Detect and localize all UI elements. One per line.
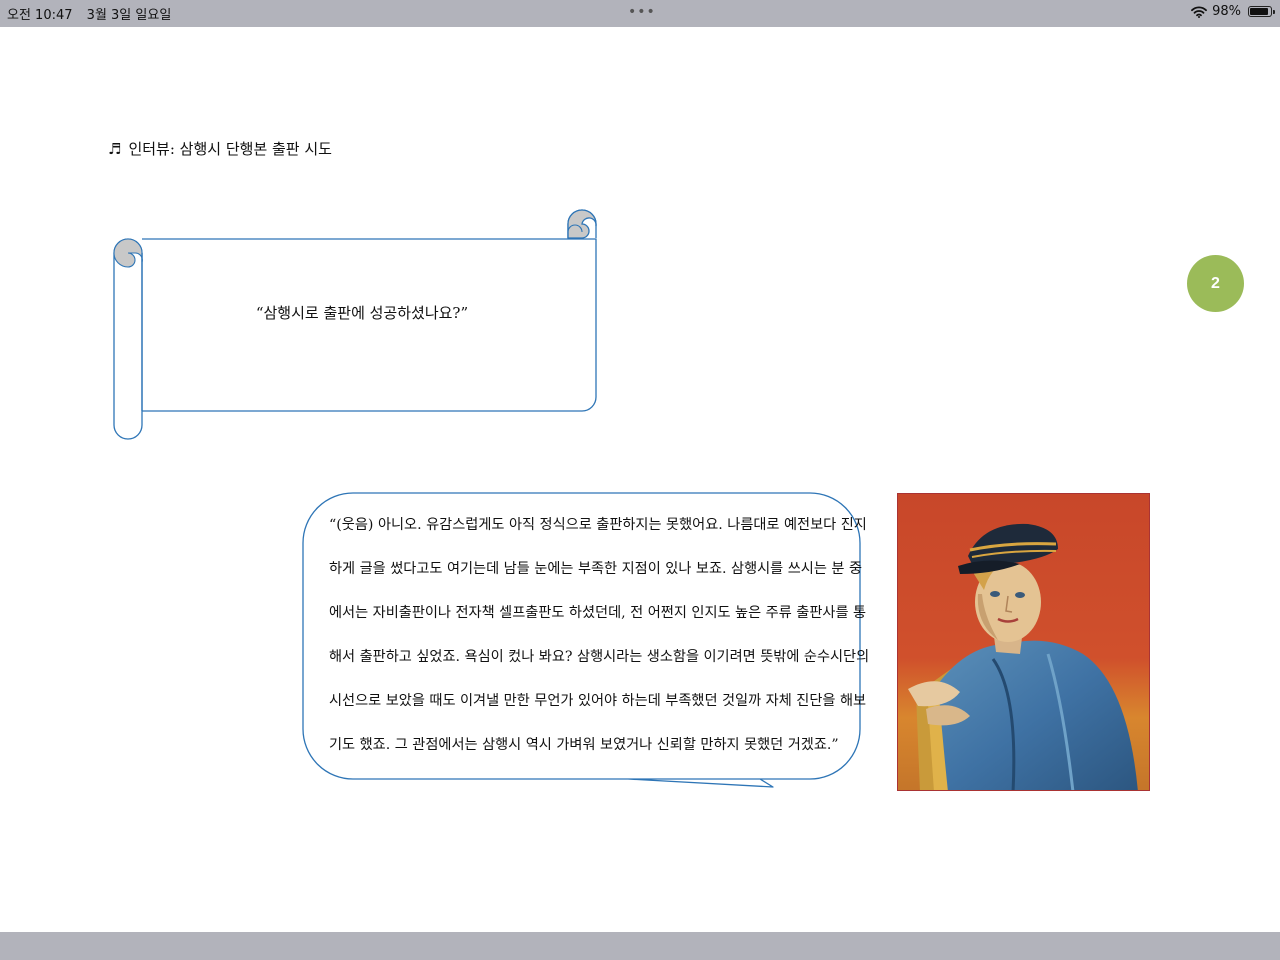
speech-bubble-shape (302, 492, 861, 788)
answer-line: 기도 했죠. 그 관점에서는 삼행시 역시 가벼워 보였거나 신뢰할 만하지 못… (329, 737, 839, 753)
answer-line: 해서 출판하고 싶었죠. 욕심이 컸나 봐요? 삼행시라는 생소함을 이기려면 … (329, 649, 870, 665)
answer-line: “(웃음) 아니오. 유감스럽게도 아직 정식으로 출판하지는 못했어요. 나름… (329, 517, 867, 533)
answer-line: 하게 글을 썼다고도 여기는데 남들 눈에는 부족한 지점이 있나 보죠. 삼행… (329, 561, 863, 577)
answer-line: 에서는 자비출판이나 전자책 셀프출판도 하셨던데, 전 어쩐지 인지도 높은 … (329, 605, 867, 621)
portrait-painting (897, 493, 1150, 791)
answer-line: 시선으로 보았을 때도 이겨낼 만한 무언가 있어야 하는데 부족했던 것일까 … (329, 693, 867, 709)
bottom-bar (0, 932, 1280, 960)
interview-answer: “(웃음) 아니오. 유감스럽게도 아직 정식으로 출판하지는 못했어요. 나름… (329, 503, 870, 767)
